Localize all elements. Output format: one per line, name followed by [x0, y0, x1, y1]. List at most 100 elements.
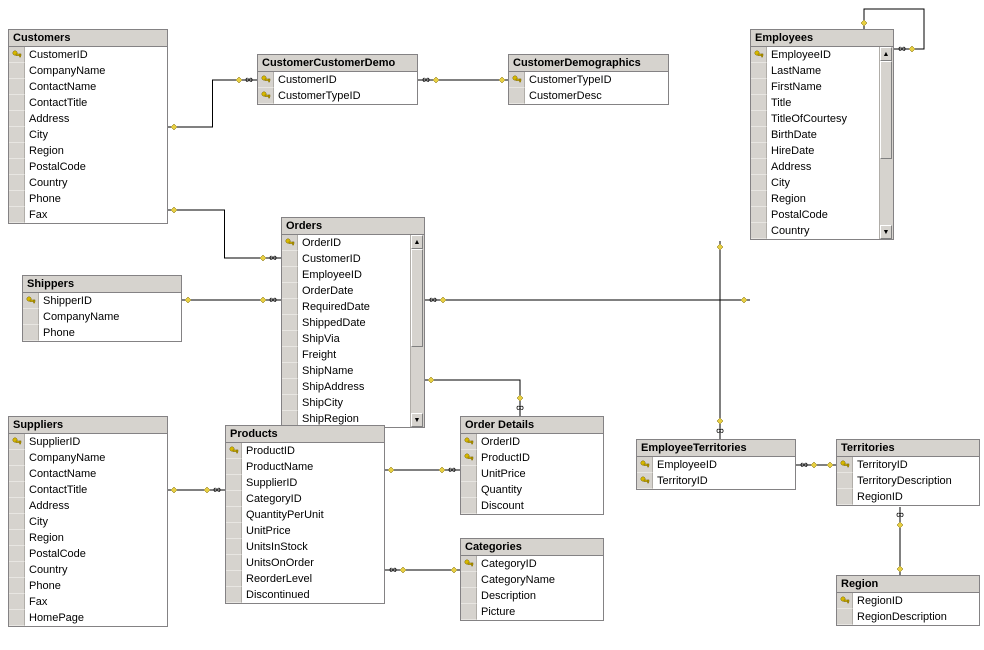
column-row[interactable]: RegionID [837, 593, 979, 609]
scroll-up-icon[interactable]: ▲ [880, 47, 892, 61]
column-row[interactable]: UnitPrice [461, 466, 603, 482]
table-shippers[interactable]: ShippersShipperIDCompanyNamePhone [22, 275, 182, 342]
table-title[interactable]: CustomerCustomerDemo [258, 55, 417, 72]
column-row[interactable]: RegionDescription [837, 609, 979, 625]
column-row[interactable]: Freight [282, 347, 410, 363]
column-row[interactable]: CustomerTypeID [509, 72, 668, 88]
column-row[interactable]: PostalCode [751, 207, 879, 223]
column-row[interactable]: Country [9, 175, 167, 191]
column-row[interactable]: CompanyName [23, 309, 181, 325]
column-row[interactable]: Phone [9, 191, 167, 207]
column-row[interactable]: OrderID [461, 434, 603, 450]
scroll-up-icon[interactable]: ▲ [411, 235, 423, 249]
column-row[interactable]: TitleOfCourtesy [751, 111, 879, 127]
column-row[interactable]: EmployeeID [282, 267, 410, 283]
column-row[interactable]: EmployeeID [751, 47, 879, 63]
column-row[interactable]: Address [9, 498, 167, 514]
vertical-scrollbar[interactable]: ▲▼ [410, 235, 424, 427]
column-row[interactable]: Title [751, 95, 879, 111]
column-row[interactable]: Fax [9, 594, 167, 610]
column-row[interactable]: Discontinued [226, 587, 384, 603]
table-customercustomerdemo[interactable]: CustomerCustomerDemoCustomerIDCustomerTy… [257, 54, 418, 105]
relation-line[interactable] [425, 380, 520, 416]
table-customers[interactable]: CustomersCustomerIDCompanyNameContactNam… [8, 29, 168, 224]
table-territories[interactable]: TerritoriesTerritoryIDTerritoryDescripti… [836, 439, 980, 506]
column-row[interactable]: ContactName [9, 79, 167, 95]
column-row[interactable]: ShipVia [282, 331, 410, 347]
table-categories[interactable]: CategoriesCategoryIDCategoryNameDescript… [460, 538, 604, 621]
scroll-track[interactable] [880, 61, 893, 225]
column-row[interactable]: RegionID [837, 489, 979, 505]
column-row[interactable]: OrderID [282, 235, 410, 251]
column-row[interactable]: City [9, 127, 167, 143]
table-title[interactable]: Suppliers [9, 417, 167, 434]
table-customerdemographics[interactable]: CustomerDemographicsCustomerTypeIDCustom… [508, 54, 669, 105]
column-row[interactable]: SupplierID [9, 434, 167, 450]
column-row[interactable]: ReorderLevel [226, 571, 384, 587]
table-employees[interactable]: EmployeesEmployeeIDLastNameFirstNameTitl… [750, 29, 894, 240]
scroll-down-icon[interactable]: ▼ [880, 225, 892, 239]
relation-line[interactable] [168, 80, 257, 127]
column-row[interactable]: CustomerDesc [509, 88, 668, 104]
table-title[interactable]: Categories [461, 539, 603, 556]
column-row[interactable]: ShipName [282, 363, 410, 379]
scroll-thumb[interactable] [880, 61, 892, 159]
column-row[interactable]: Description [461, 588, 603, 604]
table-title[interactable]: Customers [9, 30, 167, 47]
column-row[interactable]: Address [751, 159, 879, 175]
table-suppliers[interactable]: SuppliersSupplierIDCompanyNameContactNam… [8, 416, 168, 627]
column-row[interactable]: Quantity [461, 482, 603, 498]
column-row[interactable]: ProductID [226, 443, 384, 459]
column-row[interactable]: LastName [751, 63, 879, 79]
table-title[interactable]: Shippers [23, 276, 181, 293]
column-row[interactable]: CustomerID [9, 47, 167, 63]
column-row[interactable]: Address [9, 111, 167, 127]
column-row[interactable]: FirstName [751, 79, 879, 95]
column-row[interactable]: RequiredDate [282, 299, 410, 315]
table-title[interactable]: Employees [751, 30, 893, 47]
column-row[interactable]: BirthDate [751, 127, 879, 143]
column-row[interactable]: Region [751, 191, 879, 207]
column-row[interactable]: CategoryName [461, 572, 603, 588]
column-row[interactable]: Phone [23, 325, 181, 341]
column-row[interactable]: City [9, 514, 167, 530]
column-row[interactable]: ShippedDate [282, 315, 410, 331]
column-row[interactable]: ProductID [461, 450, 603, 466]
column-row[interactable]: ShipperID [23, 293, 181, 309]
table-region[interactable]: RegionRegionIDRegionDescription [836, 575, 980, 626]
column-row[interactable]: QuantityPerUnit [226, 507, 384, 523]
column-row[interactable]: Discount [461, 498, 603, 514]
column-row[interactable]: UnitsInStock [226, 539, 384, 555]
column-row[interactable]: OrderDate [282, 283, 410, 299]
scroll-thumb[interactable] [411, 249, 423, 347]
table-title[interactable]: Order Details [461, 417, 603, 434]
column-row[interactable]: CompanyName [9, 63, 167, 79]
column-row[interactable]: ProductName [226, 459, 384, 475]
column-row[interactable]: EmployeeID [637, 457, 795, 473]
table-title[interactable]: Orders [282, 218, 424, 235]
column-row[interactable]: PostalCode [9, 159, 167, 175]
column-row[interactable]: CategoryID [226, 491, 384, 507]
column-row[interactable]: CustomerTypeID [258, 88, 417, 104]
table-orderdetails[interactable]: Order DetailsOrderIDProductIDUnitPriceQu… [460, 416, 604, 515]
column-row[interactable]: HireDate [751, 143, 879, 159]
column-row[interactable]: Country [9, 562, 167, 578]
column-row[interactable]: CategoryID [461, 556, 603, 572]
column-row[interactable]: TerritoryID [637, 473, 795, 489]
column-row[interactable]: TerritoryDescription [837, 473, 979, 489]
column-row[interactable]: UnitsOnOrder [226, 555, 384, 571]
table-title[interactable]: CustomerDemographics [509, 55, 668, 72]
column-row[interactable]: City [751, 175, 879, 191]
scroll-track[interactable] [411, 249, 424, 413]
column-row[interactable]: TerritoryID [837, 457, 979, 473]
column-row[interactable]: Region [9, 143, 167, 159]
relation-line[interactable] [168, 210, 281, 258]
column-row[interactable]: ContactTitle [9, 95, 167, 111]
vertical-scrollbar[interactable]: ▲▼ [879, 47, 893, 239]
column-row[interactable]: SupplierID [226, 475, 384, 491]
table-title[interactable]: Products [226, 426, 384, 443]
column-row[interactable]: CustomerID [282, 251, 410, 267]
column-row[interactable]: UnitPrice [226, 523, 384, 539]
table-orders[interactable]: OrdersOrderIDCustomerIDEmployeeIDOrderDa… [281, 217, 425, 428]
table-employeeterritories[interactable]: EmployeeTerritoriesEmployeeIDTerritoryID [636, 439, 796, 490]
